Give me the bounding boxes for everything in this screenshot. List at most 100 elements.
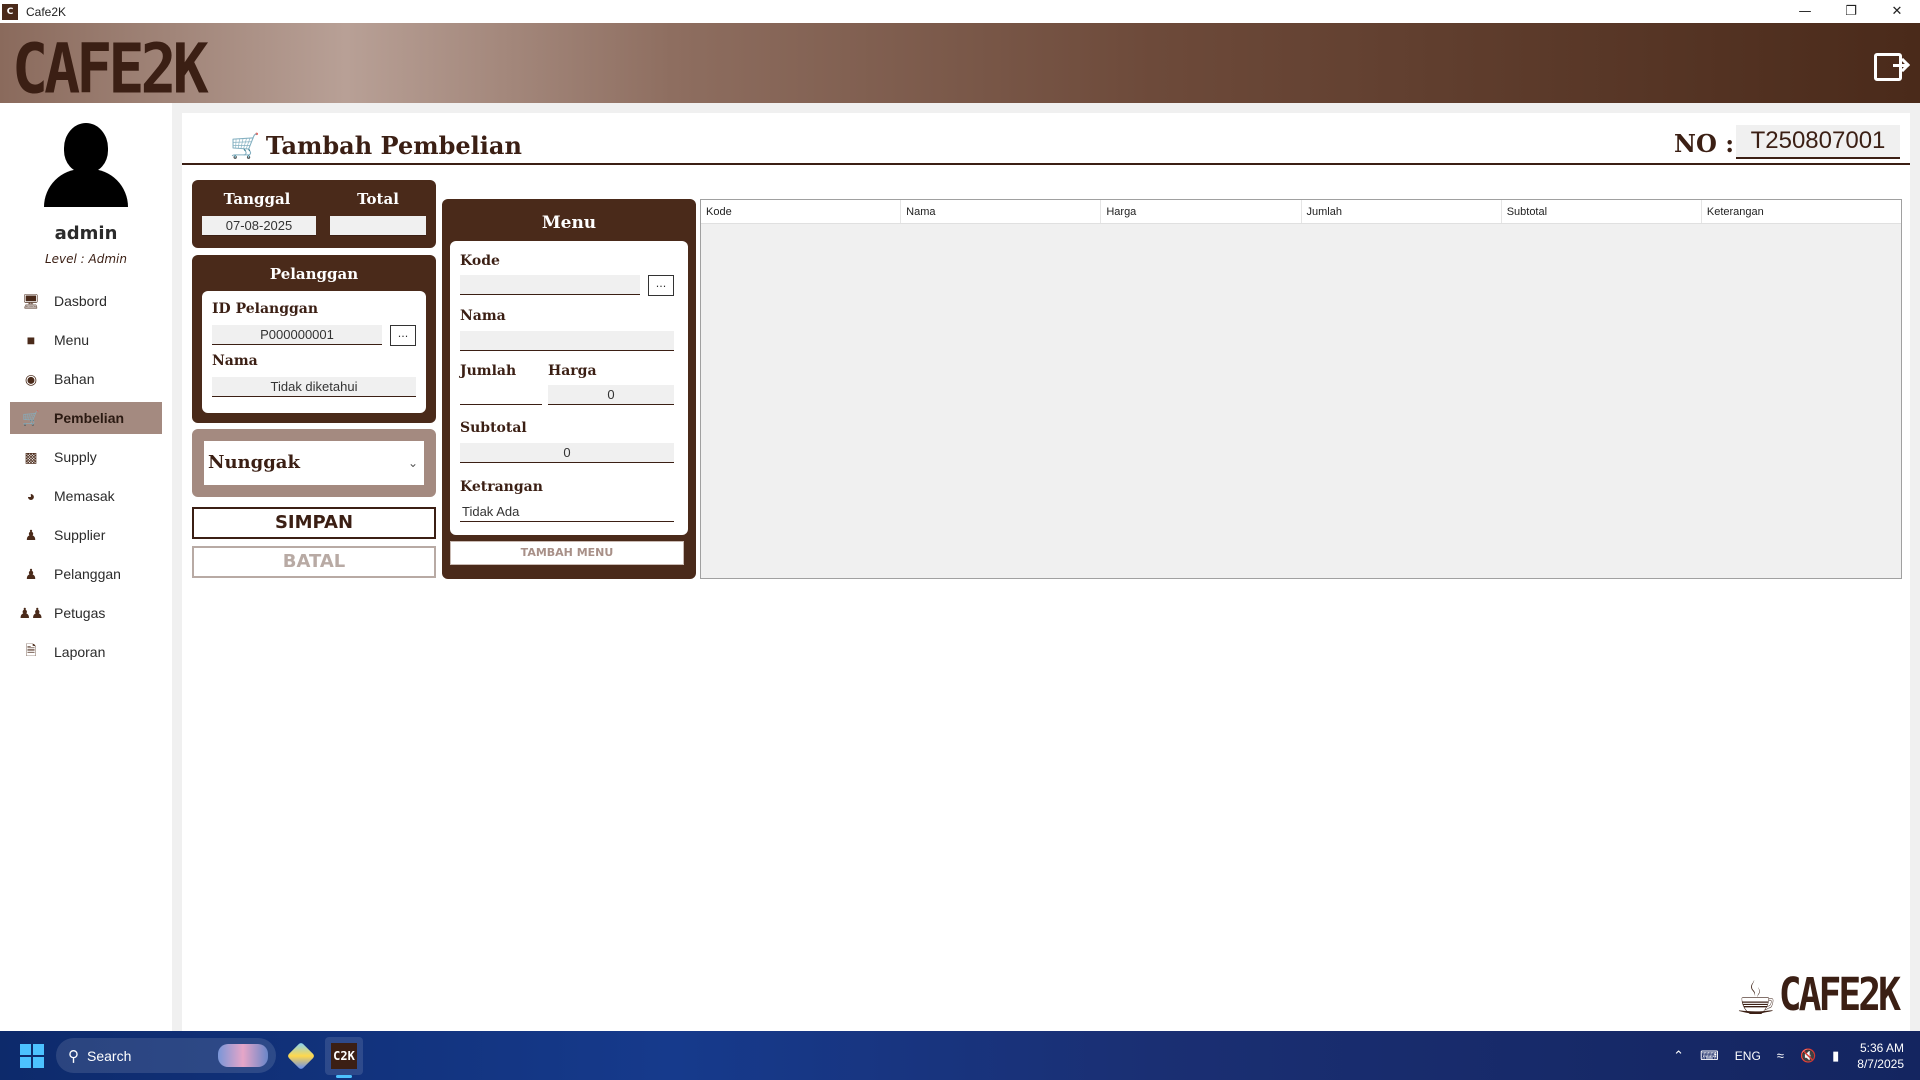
harga-label: Harga	[548, 363, 597, 379]
jumlah-label: Jumlah	[460, 363, 517, 379]
logout-icon[interactable]	[1874, 53, 1907, 81]
sidebar-item-label: Bahan	[54, 371, 95, 387]
sidebar-item-pembelian[interactable]: 🛒 Pembelian	[10, 402, 162, 434]
main-content: 🛒 Tambah Pembelian NO : T250807001 Tangg…	[182, 113, 1910, 1031]
box-icon: ▩	[24, 448, 38, 465]
battery-icon[interactable]: ▮	[1832, 1048, 1839, 1064]
wifi-icon[interactable]: ≈	[1777, 1048, 1784, 1063]
taskbar-search[interactable]: ⚲ Search	[56, 1038, 276, 1073]
sidebar-item-label: Dasbord	[54, 293, 107, 309]
system-tray: ⌃ ⌨ ENG ≈ 🔇 ▮ 5:36 AM 8/7/2025	[1657, 1031, 1904, 1080]
nama-menu-label: Nama	[460, 308, 506, 324]
minimize-icon[interactable]: —	[1782, 0, 1828, 23]
status-select[interactable]: Nunggak ⌄	[204, 441, 424, 485]
browse-pelanggan-button[interactable]: ...	[390, 325, 416, 346]
jumlah-field[interactable]	[460, 385, 542, 405]
sidebar-item-petugas[interactable]: ♟♟ Petugas	[10, 597, 162, 629]
tanggal-label: Tanggal	[223, 190, 291, 208]
sidebar-item-label: Memasak	[54, 488, 115, 504]
search-placeholder: Search	[87, 1047, 132, 1064]
brand-footer-text: CAFE2K	[1778, 967, 1901, 1021]
tambah-menu-button[interactable]: TAMBAH MENU	[450, 541, 684, 565]
avatar	[44, 123, 128, 207]
sidebar-item-memasak[interactable]: ◕ Memasak	[10, 480, 162, 512]
window-title: Cafe2K	[26, 4, 67, 19]
sidebar-item-bahan[interactable]: ◉ Bahan	[10, 363, 162, 395]
harga-field: 0	[548, 385, 674, 405]
user-level: Level : Admin	[44, 252, 127, 266]
simpan-button[interactable]: SIMPAN	[192, 507, 436, 539]
subtotal-label: Subtotal	[460, 420, 527, 436]
language-indicator[interactable]: ENG	[1735, 1049, 1761, 1063]
pelanggan-card: ID Pelanggan P000000001 ... Nama Tidak d…	[202, 291, 426, 413]
ingredients-icon: ◉	[24, 370, 38, 387]
chevron-down-icon: ⌄	[407, 456, 418, 470]
table-header: Kode Nama Harga Jumlah Subtotal Keterang…	[701, 200, 1901, 224]
sidebar-item-menu[interactable]: ■ Menu	[10, 324, 162, 356]
menu-panel: Menu Kode ... Nama Jumlah Harga 0 Subtot…	[442, 199, 696, 579]
total-field	[330, 216, 426, 236]
cart-icon: 🛒	[230, 131, 260, 160]
restore-icon[interactable]: ❐	[1828, 0, 1874, 23]
transaction-no-label: NO :	[1674, 129, 1735, 158]
sidebar-item-label: Laporan	[54, 644, 106, 660]
sidebar-item-laporan[interactable]: 🗎 Laporan	[10, 636, 162, 668]
taskbar-app-cafe2k[interactable]: C2K	[325, 1037, 363, 1075]
nama-menu-field	[460, 331, 674, 351]
sidebar-item-label: Pelanggan	[54, 566, 121, 582]
header-banner: CAFE2K	[0, 23, 1920, 110]
sidebar-item-label: Supplier	[54, 527, 106, 543]
tanggal-field[interactable]: 07-08-2025	[202, 216, 316, 236]
table-header-subtotal[interactable]: Subtotal	[1502, 200, 1702, 223]
sidebar-item-dasbord[interactable]: 🖥 Dasbord	[10, 285, 162, 317]
brand-footer: ☕ CAFE2K	[1735, 971, 1901, 1025]
clock[interactable]: 5:36 AM 8/7/2025	[1857, 1040, 1904, 1072]
sidebar-item-pelanggan[interactable]: ♟ Pelanggan	[10, 558, 162, 590]
table-header-kode[interactable]: Kode	[701, 200, 902, 223]
page-title: 🛒 Tambah Pembelian	[230, 131, 522, 160]
pelanggan-panel: Pelanggan ID Pelanggan P000000001 ... Na…	[192, 255, 436, 423]
table-header-jumlah[interactable]: Jumlah	[1302, 200, 1502, 223]
logo: CAFE2K	[12, 29, 209, 110]
menu-card: Kode ... Nama Jumlah Harga 0 Subtotal 0 …	[450, 241, 688, 535]
browse-menu-button[interactable]: ...	[648, 275, 674, 296]
cart-icon: 🛒	[22, 409, 40, 426]
id-pelanggan-field[interactable]: P000000001	[212, 325, 382, 345]
purchase-items-table[interactable]: Kode Nama Harga Jumlah Subtotal Keterang…	[700, 199, 1902, 579]
app-icon: C	[2, 3, 18, 20]
window-controls: — ❐ ✕	[1782, 0, 1920, 23]
kode-label: Kode	[460, 253, 500, 269]
close-icon[interactable]: ✕	[1874, 0, 1920, 23]
sidebar: admin Level : Admin 🖥 Dasbord ■ Menu ◉ B…	[0, 103, 172, 1031]
menu-panel-title: Menu	[541, 213, 597, 233]
sidebar-item-supply[interactable]: ▩ Supply	[10, 441, 162, 473]
coffee-cup-icon: ☕	[1735, 971, 1777, 1025]
status-select-value: Nunggak	[208, 452, 300, 473]
table-header-nama[interactable]: Nama	[901, 200, 1102, 223]
kode-field[interactable]	[460, 275, 640, 295]
report-icon: 🗎	[25, 642, 37, 658]
clock-date: 8/7/2025	[1857, 1056, 1904, 1071]
app-cube-icon	[286, 1041, 316, 1071]
search-highlight-image	[218, 1044, 268, 1067]
keterangan-field[interactable]: Tidak Ada	[460, 502, 674, 522]
sidebar-item-supplier[interactable]: ♟ Supplier	[10, 519, 162, 551]
sidebar-item-label: Menu	[54, 332, 90, 348]
pelanggan-title: Pelanggan	[269, 265, 359, 283]
total-label: Total	[357, 190, 399, 208]
taskbar: ⚲ Search C2K ⌃ ⌨ ENG ≈ 🔇 ▮ 5:36 AM 8/7/2…	[0, 1031, 1920, 1080]
volume-muted-icon[interactable]: 🔇	[1800, 1048, 1816, 1064]
monitor-icon: 🖥	[22, 292, 40, 309]
nama-pelanggan-label: Nama	[212, 353, 258, 369]
table-header-keterangan[interactable]: Keterangan	[1702, 200, 1901, 223]
batal-button[interactable]: BATAL	[192, 546, 436, 578]
user-name: admin	[54, 223, 118, 244]
chevron-up-icon[interactable]: ⌃	[1673, 1048, 1684, 1064]
keyboard-icon[interactable]: ⌨	[1700, 1048, 1719, 1064]
taskbar-app-cube[interactable]	[282, 1037, 320, 1075]
sidebar-divider	[172, 103, 181, 1031]
table-header-harga[interactable]: Harga	[1101, 200, 1302, 223]
menu-book-icon: ■	[26, 332, 36, 348]
cafe2k-app-icon: C2K	[331, 1043, 357, 1069]
windows-start-icon[interactable]	[20, 1044, 44, 1068]
